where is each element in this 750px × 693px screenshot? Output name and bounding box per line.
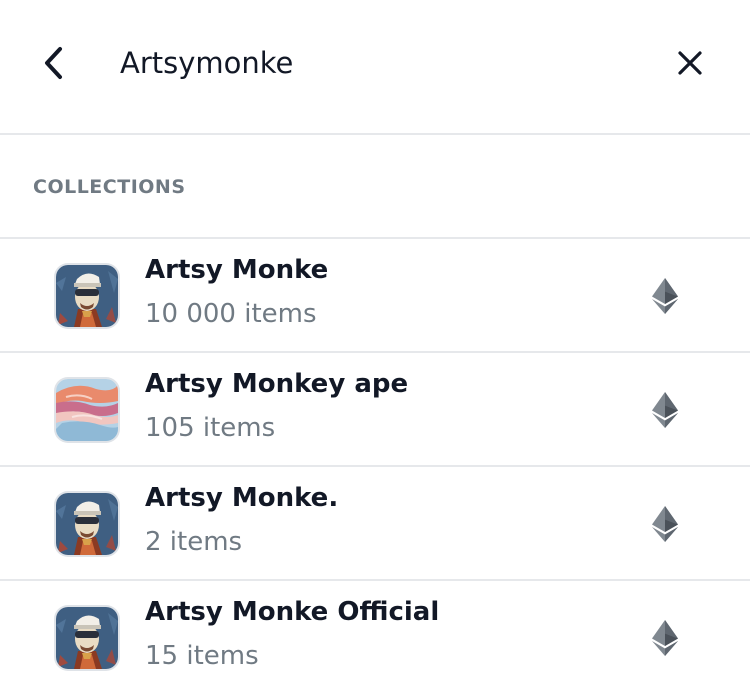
ethereum-icon	[652, 506, 678, 542]
clear-search-button[interactable]	[668, 40, 712, 86]
collection-result-row[interactable]: Artsy Monkey ape 105 items	[0, 353, 750, 467]
collection-item-count: 105 items	[145, 413, 276, 443]
collection-item-count: 2 items	[145, 527, 243, 557]
collection-result-row[interactable]: Artsy Monke 10 000 items	[0, 239, 750, 353]
search-input[interactable]	[120, 36, 640, 90]
section-heading-collections: COLLECTIONS	[33, 176, 186, 198]
collection-name: Artsy Monke Official	[145, 597, 440, 627]
collection-item-count: 10 000 items	[145, 299, 317, 329]
collection-result-row[interactable]: Artsy Monke Official 15 items	[0, 581, 750, 693]
collection-avatar	[56, 265, 118, 327]
collection-name: Artsy Monkey ape	[145, 369, 409, 399]
search-header	[0, 0, 750, 135]
collection-avatar	[56, 493, 118, 555]
ethereum-icon	[652, 278, 678, 314]
ethereum-icon	[652, 392, 678, 428]
collection-avatar	[56, 607, 118, 669]
collection-results-list: Artsy Monke 10 000 items Artsy Monkey ap…	[0, 237, 750, 693]
back-button[interactable]	[33, 40, 73, 86]
collection-avatar	[56, 379, 118, 441]
collection-item-count: 15 items	[145, 641, 259, 671]
close-icon	[678, 51, 702, 75]
collection-result-row[interactable]: Artsy Monke. 2 items	[0, 467, 750, 581]
ethereum-icon	[652, 620, 678, 656]
collection-name: Artsy Monke	[145, 255, 329, 285]
chevron-left-icon	[45, 47, 62, 79]
collection-name: Artsy Monke.	[145, 483, 339, 513]
